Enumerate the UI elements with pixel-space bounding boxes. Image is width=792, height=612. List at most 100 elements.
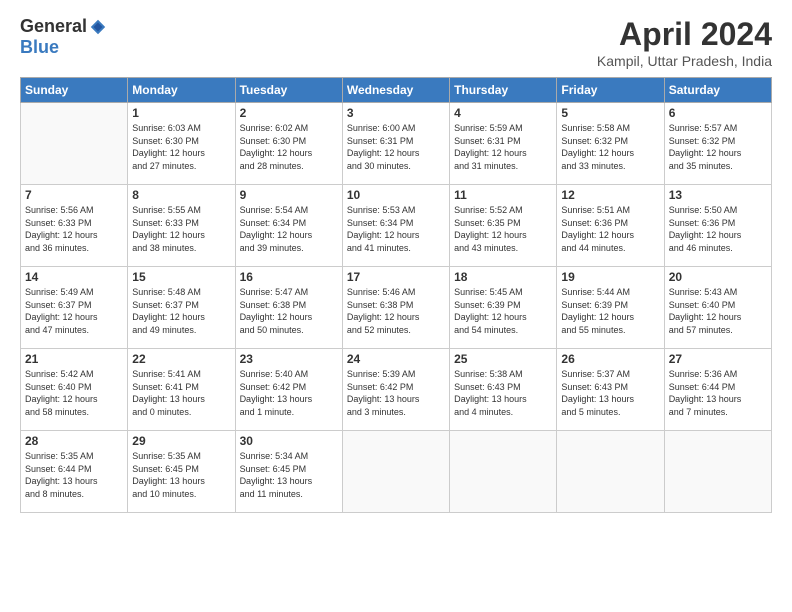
calendar-cell: 15 Sunrise: 5:48 AM Sunset: 6:37 PM Dayli… [128,267,235,349]
calendar-cell: 7 Sunrise: 5:56 AM Sunset: 6:33 PM Daylig… [21,185,128,267]
calendar-cell: 26 Sunrise: 5:37 AM Sunset: 6:43 PM Dayli… [557,349,664,431]
day-number: 7 [25,188,123,202]
calendar-cell: 4Sunrise: 5:59 AM Sunset: 6:31 PM Daylig… [450,103,557,185]
day-info: Sunrise: 5:46 AM Sunset: 6:38 PM Dayligh… [347,286,445,336]
header-thursday: Thursday [450,78,557,103]
day-info: Sunrise: 5:39 AM Sunset: 6:42 PM Dayligh… [347,368,445,418]
day-info: Sunrise: 6:03 AM Sunset: 6:30 PM Dayligh… [132,122,230,172]
header-sunday: Sunday [21,78,128,103]
calendar-cell: 10 Sunrise: 5:53 AM Sunset: 6:34 PM Dayli… [342,185,449,267]
day-info: Sunrise: 5:38 AM Sunset: 6:43 PM Dayligh… [454,368,552,418]
day-info: Sunrise: 5:55 AM Sunset: 6:33 PM Dayligh… [132,204,230,254]
logo-text: General [20,16,107,37]
day-info: Sunrise: 5:34 AM Sunset: 6:45 PM Dayligh… [240,450,338,500]
location: Kampil, Uttar Pradesh, India [597,53,772,69]
day-info: Sunrise: 5:42 AM Sunset: 6:40 PM Dayligh… [25,368,123,418]
day-info: Sunrise: 5:37 AM Sunset: 6:43 PM Dayligh… [561,368,659,418]
day-info: Sunrise: 5:53 AM Sunset: 6:34 PM Dayligh… [347,204,445,254]
calendar-cell: 8 Sunrise: 5:55 AM Sunset: 6:33 PM Daylig… [128,185,235,267]
calendar-cell [557,431,664,513]
day-info: Sunrise: 5:43 AM Sunset: 6:40 PM Dayligh… [669,286,767,336]
day-info: Sunrise: 5:54 AM Sunset: 6:34 PM Dayligh… [240,204,338,254]
day-number: 22 [132,352,230,366]
day-number: 25 [454,352,552,366]
day-info: Sunrise: 5:48 AM Sunset: 6:37 PM Dayligh… [132,286,230,336]
calendar-cell: 25 Sunrise: 5:38 AM Sunset: 6:43 PM Dayli… [450,349,557,431]
day-info: Sunrise: 5:35 AM Sunset: 6:44 PM Dayligh… [25,450,123,500]
header-wednesday: Wednesday [342,78,449,103]
day-info: Sunrise: 5:59 AM Sunset: 6:31 PM Dayligh… [454,122,552,172]
calendar-cell: 1Sunrise: 6:03 AM Sunset: 6:30 PM Daylig… [128,103,235,185]
day-number: 5 [561,106,659,120]
week-row-0: 1Sunrise: 6:03 AM Sunset: 6:30 PM Daylig… [21,103,772,185]
day-number: 6 [669,106,767,120]
day-number: 3 [347,106,445,120]
day-number: 18 [454,270,552,284]
day-info: Sunrise: 5:40 AM Sunset: 6:42 PM Dayligh… [240,368,338,418]
day-info: Sunrise: 5:58 AM Sunset: 6:32 PM Dayligh… [561,122,659,172]
header-monday: Monday [128,78,235,103]
week-row-3: 21 Sunrise: 5:42 AM Sunset: 6:40 PM Dayli… [21,349,772,431]
title-block: April 2024 Kampil, Uttar Pradesh, India [597,16,772,69]
day-number: 20 [669,270,767,284]
calendar-cell: 24Sunrise: 5:39 AM Sunset: 6:42 PM Dayli… [342,349,449,431]
day-info: Sunrise: 5:41 AM Sunset: 6:41 PM Dayligh… [132,368,230,418]
calendar-cell: 5 Sunrise: 5:58 AM Sunset: 6:32 PM Daylig… [557,103,664,185]
day-info: Sunrise: 5:47 AM Sunset: 6:38 PM Dayligh… [240,286,338,336]
calendar-cell: 18Sunrise: 5:45 AM Sunset: 6:39 PM Dayli… [450,267,557,349]
logo-blue: Blue [20,37,59,58]
calendar-cell: 17Sunrise: 5:46 AM Sunset: 6:38 PM Dayli… [342,267,449,349]
day-number: 14 [25,270,123,284]
week-row-2: 14Sunrise: 5:49 AM Sunset: 6:37 PM Dayli… [21,267,772,349]
day-number: 11 [454,188,552,202]
day-number: 28 [25,434,123,448]
day-number: 13 [669,188,767,202]
day-number: 30 [240,434,338,448]
calendar-cell [21,103,128,185]
logo-icon [89,18,107,36]
day-info: Sunrise: 5:50 AM Sunset: 6:36 PM Dayligh… [669,204,767,254]
day-number: 12 [561,188,659,202]
calendar-cell: 16Sunrise: 5:47 AM Sunset: 6:38 PM Dayli… [235,267,342,349]
calendar: Sunday Monday Tuesday Wednesday Thursday… [20,77,772,513]
day-number: 19 [561,270,659,284]
day-number: 10 [347,188,445,202]
calendar-cell [450,431,557,513]
day-info: Sunrise: 5:36 AM Sunset: 6:44 PM Dayligh… [669,368,767,418]
day-info: Sunrise: 5:52 AM Sunset: 6:35 PM Dayligh… [454,204,552,254]
day-info: Sunrise: 5:57 AM Sunset: 6:32 PM Dayligh… [669,122,767,172]
day-number: 2 [240,106,338,120]
calendar-cell: 12 Sunrise: 5:51 AM Sunset: 6:36 PM Dayli… [557,185,664,267]
month-year: April 2024 [597,16,772,53]
day-info: Sunrise: 5:51 AM Sunset: 6:36 PM Dayligh… [561,204,659,254]
day-info: Sunrise: 5:44 AM Sunset: 6:39 PM Dayligh… [561,286,659,336]
calendar-cell: 28 Sunrise: 5:35 AM Sunset: 6:44 PM Dayli… [21,431,128,513]
calendar-cell: 23 Sunrise: 5:40 AM Sunset: 6:42 PM Dayli… [235,349,342,431]
calendar-cell: 30 Sunrise: 5:34 AM Sunset: 6:45 PM Dayli… [235,431,342,513]
day-number: 21 [25,352,123,366]
logo-blue-text: Blue [20,37,59,58]
day-info: Sunrise: 5:56 AM Sunset: 6:33 PM Dayligh… [25,204,123,254]
week-row-1: 7 Sunrise: 5:56 AM Sunset: 6:33 PM Daylig… [21,185,772,267]
calendar-cell: 9Sunrise: 5:54 AM Sunset: 6:34 PM Daylig… [235,185,342,267]
day-info: Sunrise: 5:35 AM Sunset: 6:45 PM Dayligh… [132,450,230,500]
calendar-cell: 13 Sunrise: 5:50 AM Sunset: 6:36 PM Dayli… [664,185,771,267]
week-row-4: 28 Sunrise: 5:35 AM Sunset: 6:44 PM Dayli… [21,431,772,513]
calendar-cell: 29Sunrise: 5:35 AM Sunset: 6:45 PM Dayli… [128,431,235,513]
day-number: 15 [132,270,230,284]
calendar-cell: 20 Sunrise: 5:43 AM Sunset: 6:40 PM Dayli… [664,267,771,349]
header-friday: Friday [557,78,664,103]
calendar-cell: 22 Sunrise: 5:41 AM Sunset: 6:41 PM Dayli… [128,349,235,431]
day-info: Sunrise: 6:02 AM Sunset: 6:30 PM Dayligh… [240,122,338,172]
calendar-cell [664,431,771,513]
calendar-cell: 14Sunrise: 5:49 AM Sunset: 6:37 PM Dayli… [21,267,128,349]
calendar-cell: 2 Sunrise: 6:02 AM Sunset: 6:30 PM Daylig… [235,103,342,185]
calendar-cell: 27 Sunrise: 5:36 AM Sunset: 6:44 PM Dayli… [664,349,771,431]
day-number: 27 [669,352,767,366]
logo: General Blue [20,16,107,58]
header-tuesday: Tuesday [235,78,342,103]
day-number: 8 [132,188,230,202]
day-number: 23 [240,352,338,366]
page: General Blue April 2024 Kampil, Uttar Pr… [0,0,792,612]
day-number: 26 [561,352,659,366]
